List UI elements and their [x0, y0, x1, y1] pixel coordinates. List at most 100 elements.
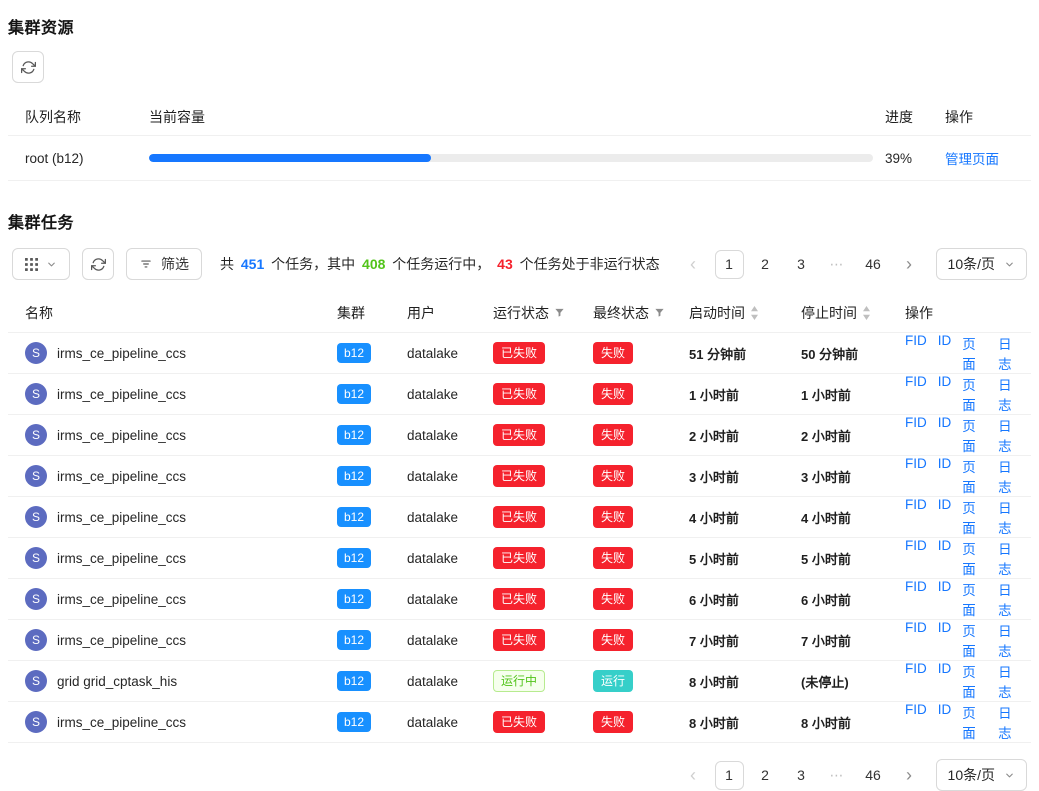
page-link[interactable]: 页面 — [962, 620, 987, 660]
id-link[interactable]: ID — [938, 661, 952, 701]
run-status-tag: 已失败 — [493, 342, 545, 364]
run-status-tag: 运行中 — [493, 670, 545, 692]
task-name: irms_ce_pipeline_ccs — [57, 510, 186, 525]
fid-link[interactable]: FID — [905, 620, 927, 660]
cluster-tag: b12 — [337, 343, 371, 363]
task-name: irms_ce_pipeline_ccs — [57, 428, 186, 443]
stop-time: (未停止) — [801, 672, 895, 691]
cluster-tasks-title: 集群任务 — [8, 209, 1031, 233]
id-link[interactable]: ID — [938, 374, 952, 414]
page-link[interactable]: 页面 — [962, 333, 987, 373]
filter-funnel-icon[interactable] — [554, 307, 565, 318]
capacity-progress-bar — [149, 154, 873, 162]
log-link[interactable]: 日志 — [998, 538, 1023, 578]
pagination-ellipsis[interactable]: ⋯ — [823, 250, 852, 279]
page-link[interactable]: 页面 — [962, 456, 987, 496]
fid-link[interactable]: FID — [905, 538, 927, 578]
task-name-cell: S irms_ce_pipeline_ccs — [25, 465, 327, 487]
log-link[interactable]: 日志 — [998, 415, 1023, 455]
id-link[interactable]: ID — [938, 456, 952, 496]
pagination-prev-button[interactable]: ‹ — [679, 250, 708, 279]
filter-funnel-icon[interactable] — [654, 307, 665, 318]
col-header-start-time[interactable]: 启动时间 — [689, 303, 791, 323]
fid-link[interactable]: FID — [905, 497, 927, 537]
id-link[interactable]: ID — [938, 415, 952, 455]
pagination-ellipsis[interactable]: ⋯ — [823, 761, 852, 790]
resources-refresh-button[interactable] — [12, 51, 44, 83]
fid-link[interactable]: FID — [905, 333, 927, 373]
id-link[interactable]: ID — [938, 702, 952, 742]
col-header-stop-time[interactable]: 停止时间 — [801, 303, 895, 323]
sorter-icon[interactable] — [750, 306, 759, 320]
run-status-tag: 已失败 — [493, 547, 545, 569]
page-link[interactable]: 页面 — [962, 661, 987, 701]
col-header-final-status[interactable]: 最终状态 — [593, 303, 679, 323]
stop-time: 50 分钟前 — [801, 344, 895, 363]
run-status-tag: 已失败 — [493, 465, 545, 487]
col-header-run-status[interactable]: 运行状态 — [493, 303, 583, 323]
fid-link[interactable]: FID — [905, 456, 927, 496]
filter-button[interactable]: 筛选 — [126, 248, 202, 280]
fid-link[interactable]: FID — [905, 661, 927, 701]
manage-page-link[interactable]: 管理页面 — [945, 152, 999, 167]
page-link[interactable]: 页面 — [962, 497, 987, 537]
col-header-actions: 操作 — [945, 107, 1023, 127]
pagination-page-last[interactable]: 46 — [859, 761, 888, 790]
pagination-page-2[interactable]: 2 — [751, 250, 780, 279]
page-size-select[interactable]: 10条/页 — [936, 248, 1027, 280]
page-size-value: 10条/页 — [948, 254, 995, 274]
id-link[interactable]: ID — [938, 333, 952, 373]
pagination-next-button[interactable]: › — [895, 761, 924, 790]
log-link[interactable]: 日志 — [998, 661, 1023, 701]
id-link[interactable]: ID — [938, 620, 952, 660]
pagination-page-3[interactable]: 3 — [787, 250, 816, 279]
log-link[interactable]: 日志 — [998, 456, 1023, 496]
fid-link[interactable]: FID — [905, 579, 927, 619]
pagination-page-2[interactable]: 2 — [751, 761, 780, 790]
view-columns-button[interactable] — [12, 248, 70, 280]
page-link[interactable]: 页面 — [962, 579, 987, 619]
tasks-refresh-button[interactable] — [82, 248, 114, 280]
fid-link[interactable]: FID — [905, 702, 927, 742]
pagination-page-3[interactable]: 3 — [787, 761, 816, 790]
page-link[interactable]: 页面 — [962, 538, 987, 578]
id-link[interactable]: ID — [938, 579, 952, 619]
task-row: S grid grid_cptask_his b12 datalake 运行中 … — [8, 661, 1031, 702]
pagination-page-last[interactable]: 46 — [859, 250, 888, 279]
sorter-icon[interactable] — [862, 306, 871, 320]
fid-link[interactable]: FID — [905, 374, 927, 414]
tasks-table-header: 名称 集群 用户 运行状态 最终状态 启动时间 停止时间 — [8, 293, 1031, 333]
pagination-page-1[interactable]: 1 — [715, 761, 744, 790]
log-link[interactable]: 日志 — [998, 497, 1023, 537]
cluster-tag: b12 — [337, 589, 371, 609]
log-link[interactable]: 日志 — [998, 702, 1023, 742]
pagination-page-1[interactable]: 1 — [715, 250, 744, 279]
chevron-down-icon — [46, 259, 57, 270]
page-link[interactable]: 页面 — [962, 415, 987, 455]
queue-name: root (b12) — [25, 151, 137, 166]
task-user: datalake — [407, 510, 483, 525]
log-link[interactable]: 日志 — [998, 579, 1023, 619]
row-actions: FID ID 页面 日志 — [905, 702, 1023, 742]
task-name-cell: S irms_ce_pipeline_ccs — [25, 711, 327, 733]
page-size-select[interactable]: 10条/页 — [936, 759, 1027, 791]
log-link[interactable]: 日志 — [998, 374, 1023, 414]
pagination-next-button[interactable]: › — [895, 250, 924, 279]
task-avatar: S — [25, 342, 47, 364]
task-summary: 共 451 个任务，其中 408 个任务运行中， 43 个任务处于非运行状态 — [220, 254, 667, 274]
cluster-tag: b12 — [337, 712, 371, 732]
id-link[interactable]: ID — [938, 538, 952, 578]
final-status-tag: 失败 — [593, 711, 633, 733]
fid-link[interactable]: FID — [905, 415, 927, 455]
task-user: datalake — [407, 387, 483, 402]
id-link[interactable]: ID — [938, 497, 952, 537]
task-name: irms_ce_pipeline_ccs — [57, 592, 186, 607]
page-link[interactable]: 页面 — [962, 702, 987, 742]
pagination-prev-button[interactable]: ‹ — [679, 761, 708, 790]
page-link[interactable]: 页面 — [962, 374, 987, 414]
cluster-resources-section: 集群资源 队列名称 当前容量 进度 操作 root (b12) 39% — [8, 14, 1031, 181]
log-link[interactable]: 日志 — [998, 333, 1023, 373]
log-link[interactable]: 日志 — [998, 620, 1023, 660]
page-size-value: 10条/页 — [948, 765, 995, 785]
task-name: irms_ce_pipeline_ccs — [57, 346, 186, 361]
